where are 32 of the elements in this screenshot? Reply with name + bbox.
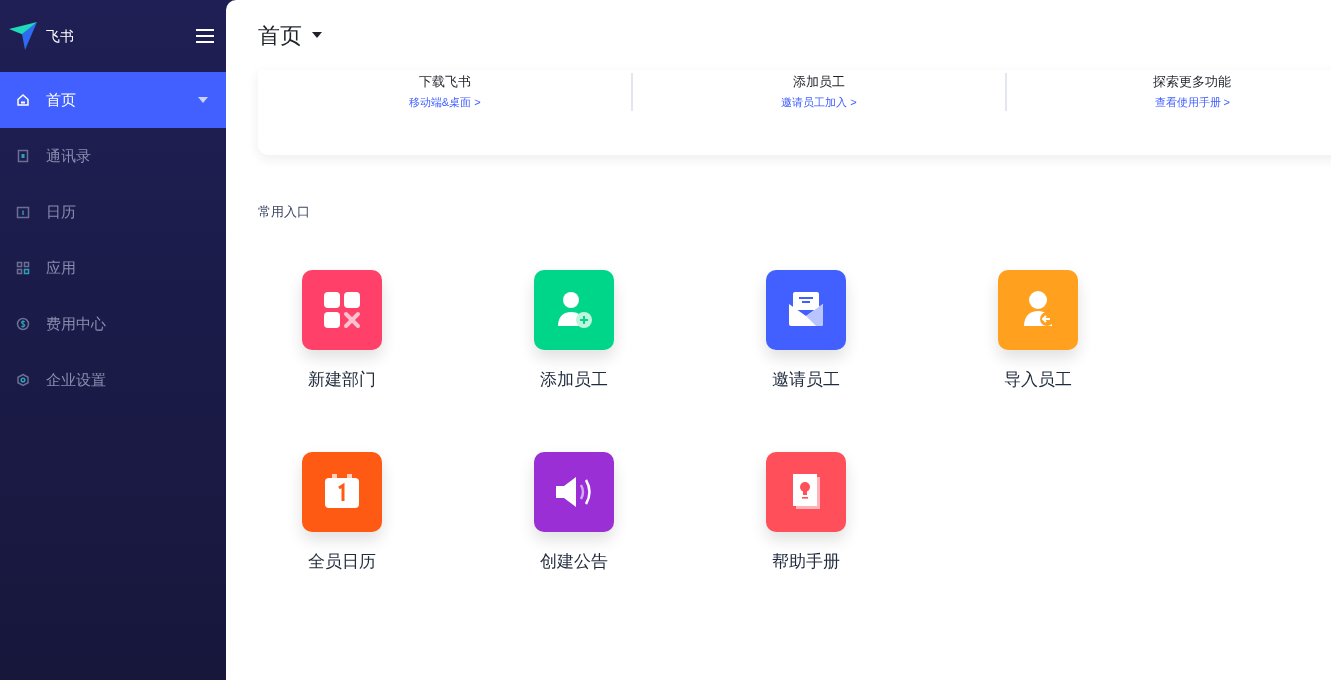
sidebar-item[interactable]: 企业设置 (0, 352, 226, 408)
sidebar-item[interactable]: 通讯录 (0, 128, 226, 184)
sidebar-item[interactable]: 首页 (0, 72, 226, 128)
sidebar-item[interactable]: 日历 (0, 184, 226, 240)
quick-link[interactable]: 移动端&桌面 > (408, 95, 481, 109)
section-title: 常用入口 (258, 204, 310, 219)
caret-icon (312, 32, 322, 38)
paper-plane-logo-icon (8, 21, 38, 51)
shortcut-tile[interactable]: 邀请员工 (766, 270, 846, 392)
home-icon (16, 93, 30, 107)
menu-collapse-button[interactable] (196, 29, 214, 43)
quick-link-title: 下载飞书 (418, 73, 471, 91)
calendar-icon (16, 205, 30, 219)
hexagon-icon (16, 373, 30, 387)
grid-icon (16, 261, 30, 275)
shortcut-tile[interactable]: 帮助手册 (766, 452, 846, 574)
shortcut-tile[interactable]: 添加员工 (534, 270, 614, 392)
shortcut-tile[interactable]: 新建部门 (302, 270, 382, 392)
blocks-icon (322, 290, 362, 330)
page-title-dropdown[interactable]: 首页 (258, 18, 322, 52)
sidebar-item[interactable]: 费用中心 (0, 296, 226, 352)
dollar-icon (16, 317, 30, 331)
quick-link-title: 添加员工 (792, 73, 845, 91)
shortcut-tile[interactable]: 创建公告 (534, 452, 614, 574)
app-name: 飞书 (46, 26, 74, 46)
sidebar-item[interactable]: 应用 (0, 240, 226, 296)
quick-link[interactable]: 查看使用手册 > (1154, 95, 1231, 109)
contact-book-icon (16, 149, 30, 163)
quick-link[interactable]: 邀请员工加入 > (781, 95, 857, 109)
shortcut-tile[interactable]: 全员日历 (302, 452, 382, 574)
shortcut-tile[interactable]: 导入员工 (998, 270, 1078, 392)
quick-link-title: 探索更多功能 (1153, 73, 1232, 91)
